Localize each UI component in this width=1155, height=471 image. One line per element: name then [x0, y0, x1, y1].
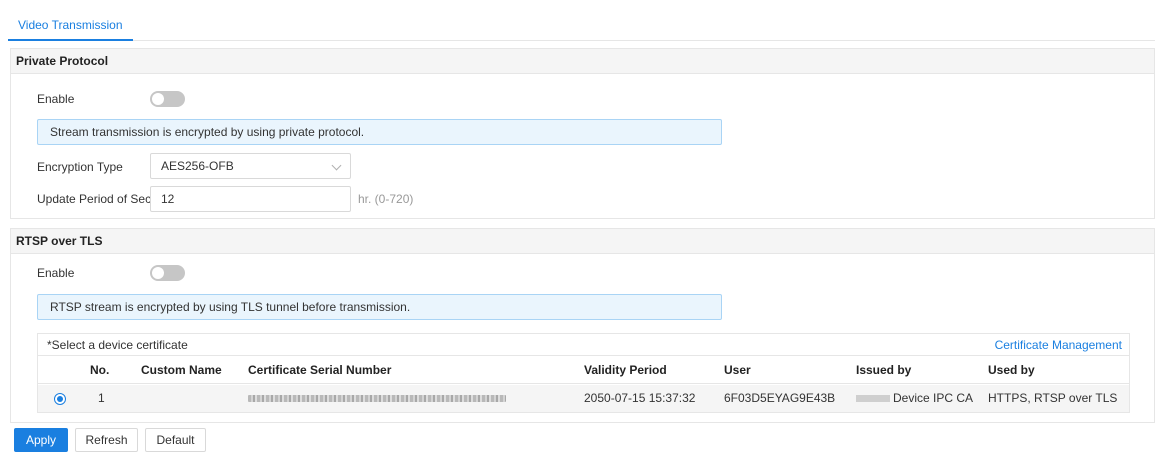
- column-header: Certificate Serial Number: [248, 363, 392, 377]
- cell-issued-by: Device IPC CA: [856, 385, 973, 412]
- private-protocol-section: Private Protocol Enable Stream transmiss…: [10, 48, 1155, 219]
- certificate-table: *Select a device certificate Certificate…: [37, 333, 1130, 413]
- column-header: User: [724, 363, 751, 377]
- update-period-label: Update Period of Sec...: [37, 192, 162, 206]
- certificate-table-header: *Select a device certificate Certificate…: [38, 334, 1129, 356]
- encryption-type-label: Encryption Type: [37, 160, 123, 174]
- certificate-management-link[interactable]: Certificate Management: [995, 334, 1122, 356]
- rtsp-enable-label: Enable: [37, 266, 75, 280]
- default-button[interactable]: Default: [145, 428, 206, 452]
- tab-bar: Video Transmission: [8, 10, 1155, 41]
- chevron-down-icon: [331, 160, 342, 171]
- column-header: Validity Period: [584, 363, 667, 377]
- private-enable-label: Enable: [37, 92, 75, 106]
- rtsp-info-banner: RTSP stream is encrypted by using TLS tu…: [37, 294, 722, 320]
- column-header: Issued by: [856, 363, 912, 377]
- column-header: Used by: [988, 363, 1035, 377]
- update-period-input[interactable]: [150, 186, 351, 212]
- encryption-type-value: AES256-OFB: [161, 159, 234, 173]
- rtsp-over-tls-title: RTSP over TLS: [11, 229, 1154, 254]
- cell-no: 1: [98, 391, 105, 405]
- apply-button[interactable]: Apply: [14, 428, 68, 452]
- rtsp-enable-toggle[interactable]: [150, 265, 185, 281]
- tab-video-transmission[interactable]: Video Transmission: [8, 10, 133, 41]
- issued-by-text: Device IPC CA: [893, 391, 974, 405]
- toggle-knob: [152, 267, 164, 279]
- column-header: Custom Name: [141, 363, 222, 377]
- cell-user: 6F03D5EYAG9E43B: [724, 391, 836, 405]
- table-header-row: No. Custom Name Certificate Serial Numbe…: [38, 357, 1129, 384]
- redacted-issuer-prefix: [856, 395, 890, 403]
- refresh-button[interactable]: Refresh: [75, 428, 138, 452]
- encryption-type-select[interactable]: AES256-OFB: [150, 153, 351, 179]
- rtsp-over-tls-section: RTSP over TLS Enable RTSP stream is encr…: [10, 228, 1155, 423]
- table-row[interactable]: 1 2050-07-15 15:37:32 6F03D5EYAG9E43B De…: [38, 385, 1129, 412]
- cell-validity: 2050-07-15 15:37:32: [584, 391, 696, 405]
- select-certificate-label: *Select a device certificate: [47, 338, 188, 352]
- cell-used-by: HTTPS, RTSP over TLS: [988, 391, 1118, 405]
- update-period-hint: hr. (0-720): [358, 192, 414, 206]
- private-enable-toggle[interactable]: [150, 91, 185, 107]
- redacted-serial-number: [248, 395, 506, 402]
- private-info-banner: Stream transmission is encrypted by usin…: [37, 119, 722, 145]
- private-protocol-title: Private Protocol: [11, 49, 1154, 74]
- column-header: No.: [90, 363, 110, 377]
- toggle-knob: [152, 93, 164, 105]
- certificate-radio[interactable]: [54, 393, 66, 405]
